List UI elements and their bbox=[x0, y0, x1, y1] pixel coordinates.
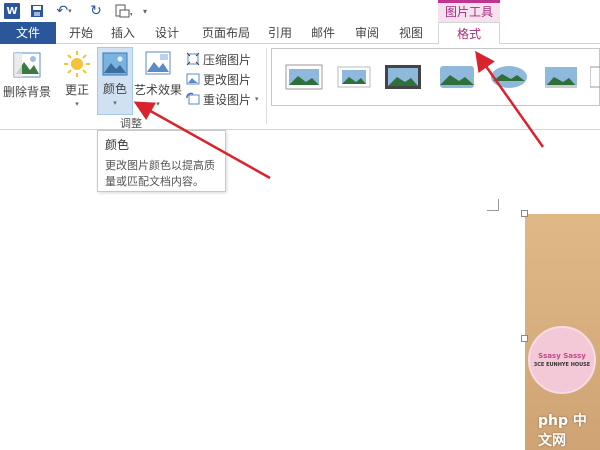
tab-home[interactable]: 开始 bbox=[64, 22, 98, 44]
artistic-effects-label: 艺术效果 bbox=[134, 83, 183, 97]
tooltip-body: 更改图片颜色以提高质量或匹配文档内容。 bbox=[105, 159, 215, 188]
compress-icon bbox=[186, 52, 200, 66]
tab-design[interactable]: 设计 bbox=[150, 22, 184, 44]
document-area[interactable] bbox=[0, 131, 600, 450]
tab-mailings[interactable]: 邮件 bbox=[306, 22, 340, 44]
product-photo: Ssasy Sassy 3CE EUNHYE HOUSE bbox=[528, 326, 596, 394]
adjust-group-label: 调整 bbox=[120, 117, 142, 130]
tab-format[interactable]: 格式 bbox=[438, 22, 500, 45]
tooltip-title: 颜色 bbox=[105, 138, 130, 152]
tab-file[interactable]: 文件 bbox=[0, 22, 56, 44]
picture-style-icon[interactable] bbox=[383, 63, 423, 91]
picture-style-icon[interactable] bbox=[284, 63, 324, 91]
tab-review[interactable]: 审阅 bbox=[350, 22, 384, 44]
watermark-text: php 中文网 bbox=[538, 413, 587, 449]
svg-text:▾: ▾ bbox=[130, 11, 132, 18]
reset-picture-button[interactable]: 重设图片 ▾ bbox=[186, 90, 259, 108]
undo-icon[interactable]: ↶ ▾ bbox=[54, 3, 74, 19]
tab-insert[interactable]: 插入 bbox=[106, 22, 140, 44]
remove-background-label: 删除背景 bbox=[2, 85, 51, 99]
picture-style-icon[interactable] bbox=[437, 63, 477, 91]
resize-handle[interactable] bbox=[521, 210, 528, 217]
ribbon-tabs: 文件 开始 插入 设计 页面布局 引用 邮件 审阅 视图 格式 bbox=[0, 22, 600, 45]
change-picture-icon bbox=[186, 73, 200, 85]
corrections-dropdown-icon: ▾ bbox=[75, 100, 79, 108]
product-subtitle-text: 3CE EUNHYE HOUSE bbox=[533, 362, 591, 368]
compress-pictures-label: 压缩图片 bbox=[203, 52, 252, 67]
remove-background-icon bbox=[13, 52, 41, 78]
redo-icon[interactable]: ↻ bbox=[88, 3, 104, 19]
save-icon[interactable] bbox=[30, 3, 44, 19]
tab-page-layout[interactable]: 页面布局 bbox=[196, 22, 256, 44]
artistic-effects-icon bbox=[145, 51, 171, 75]
product-brand-text: Ssasy Sassy bbox=[538, 352, 586, 360]
sun-icon bbox=[64, 51, 90, 77]
color-dropdown-icon: ▾ bbox=[113, 99, 117, 107]
color-tooltip: 颜色 更改图片颜色以提高质量或匹配文档内容。 bbox=[97, 130, 226, 192]
reset-dropdown-icon: ▾ bbox=[255, 95, 259, 103]
corrections-label: 更正 bbox=[64, 83, 89, 97]
artistic-effects-dropdown-icon: ▾ bbox=[156, 100, 160, 108]
tab-references[interactable]: 引用 bbox=[263, 22, 297, 44]
reset-picture-icon bbox=[186, 92, 200, 105]
picture-style-icon[interactable] bbox=[334, 63, 374, 91]
print-preview-icon[interactable]: ▾ bbox=[113, 3, 133, 19]
title-bar: W ↶ ▾ ↻ ▾ ▾ 图片工具 bbox=[0, 0, 600, 22]
picture-tools-header: 图片工具 bbox=[438, 0, 500, 22]
word-logo-icon: W bbox=[4, 3, 20, 19]
change-picture-button[interactable]: 更改图片 bbox=[186, 70, 251, 88]
resize-handle[interactable] bbox=[521, 335, 528, 342]
picture-color-icon bbox=[102, 52, 128, 76]
tab-view[interactable]: 视图 bbox=[394, 22, 428, 44]
reset-picture-label: 重设图片 bbox=[203, 92, 252, 107]
customize-qat-icon[interactable]: ▾ bbox=[141, 3, 149, 19]
color-label: 颜色 bbox=[102, 82, 127, 96]
picture-style-icon[interactable] bbox=[590, 63, 600, 91]
picture-style-icon[interactable] bbox=[541, 63, 581, 91]
artistic-effects-button[interactable]: 艺术效果 ▾ bbox=[134, 50, 182, 108]
ribbon: 删除背景 更正 ▾ 颜色 ▾ 艺术效果 ▾ 压缩图片 更改图片 重设图片 ▾ 调… bbox=[0, 44, 600, 130]
change-picture-label: 更改图片 bbox=[203, 72, 252, 87]
group-separator bbox=[266, 48, 267, 124]
color-button[interactable]: 颜色 ▾ bbox=[97, 47, 133, 115]
remove-background-button[interactable]: 删除背景 bbox=[2, 50, 52, 100]
compress-pictures-button[interactable]: 压缩图片 bbox=[186, 50, 251, 68]
picture-styles-gallery bbox=[271, 48, 600, 106]
margin-corner-mark bbox=[487, 199, 499, 211]
corrections-button[interactable]: 更正 ▾ bbox=[60, 50, 94, 108]
picture-style-icon[interactable] bbox=[489, 63, 529, 91]
